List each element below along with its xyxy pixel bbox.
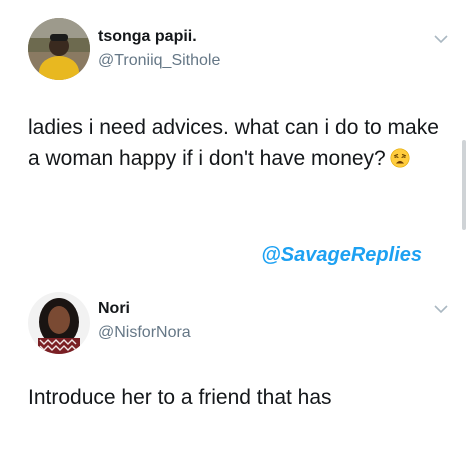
tweet-body: ladies i need advices. what can i do to … (28, 112, 448, 174)
tweet-2[interactable]: Nori @NisforNora Introduce her to a frie… (0, 278, 474, 474)
tweet-1[interactable]: tsonga papii. @Troniiq_Sithole ladies i … (0, 0, 474, 230)
display-name[interactable]: Nori (98, 300, 130, 318)
chevron-down-icon[interactable] (434, 304, 448, 314)
watermark: @SavageReplies (261, 244, 422, 266)
tweet-body: Introduce her to a friend that has (28, 382, 448, 413)
user-handle[interactable]: @NisforNora (98, 324, 191, 342)
scrollbar[interactable] (462, 140, 466, 230)
chevron-down-icon[interactable] (434, 34, 448, 44)
avatar-nori[interactable] (28, 292, 90, 354)
avatar-tsonga-papii[interactable] (28, 18, 90, 80)
user-handle[interactable]: @Troniiq_Sithole (98, 52, 220, 70)
tweet-text: ladies i need advices. what can i do to … (28, 116, 439, 170)
weary-face-emoji (390, 148, 410, 168)
tweet-text: Introduce her to a friend that has (28, 386, 332, 409)
display-name[interactable]: tsonga papii. (98, 28, 197, 46)
